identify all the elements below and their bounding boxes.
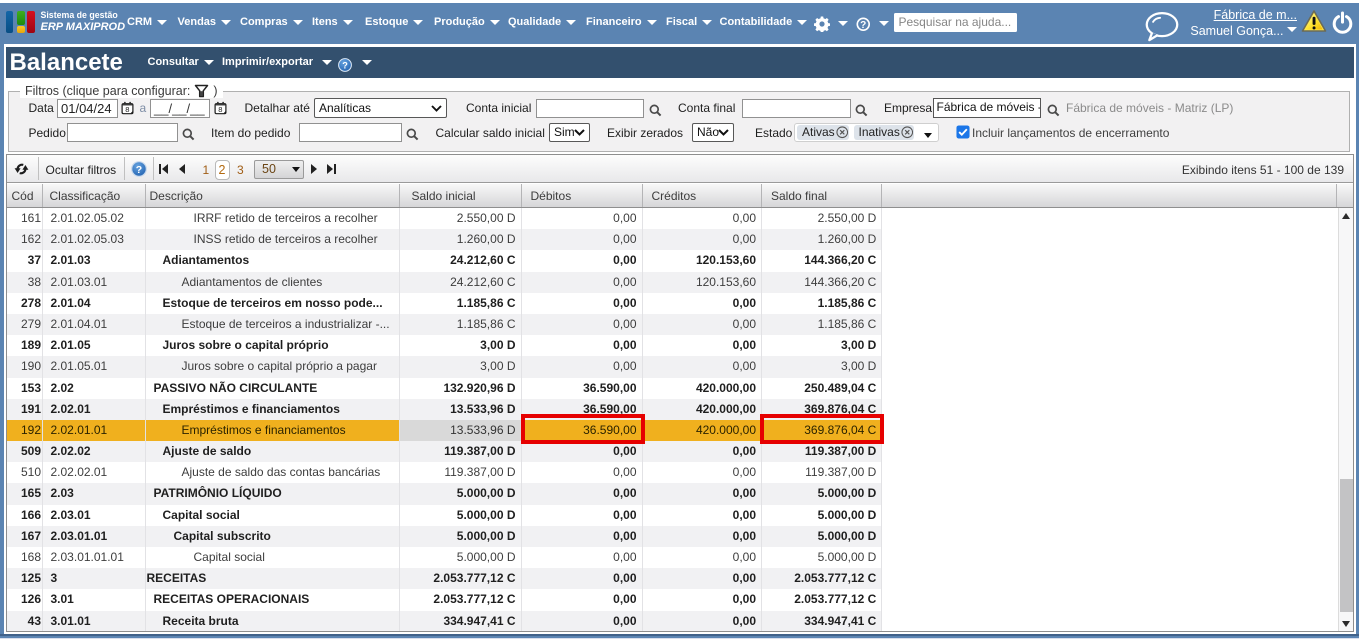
svg-text:?: ?	[860, 20, 866, 31]
svg-text:?: ?	[342, 60, 348, 70]
svg-text:8: 8	[218, 105, 222, 114]
svg-text:?: ?	[136, 164, 142, 176]
svg-text:8: 8	[125, 105, 129, 114]
